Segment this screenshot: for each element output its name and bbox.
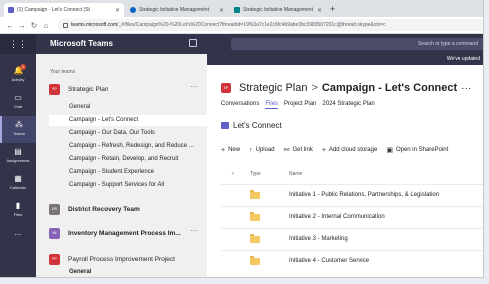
plus-icon: +	[321, 146, 326, 154]
assignments-icon: ▤	[14, 147, 22, 156]
close-tab-icon[interactable]: ✕	[317, 7, 322, 14]
table-row[interactable]: Initiative 4 - Customer Service	[221, 250, 483, 272]
rail-item-teams[interactable]: ⁂ Teams	[0, 116, 36, 143]
rail-item-activity[interactable]: 🔔 1 Activity	[0, 62, 36, 89]
tab-2024-strategic-plan[interactable]: 2024 Strategic Plan	[322, 101, 374, 109]
files-icon: ▮	[15, 201, 21, 210]
more-apps-icon: ...	[14, 228, 22, 237]
add-cloud-storage-button[interactable]: + Add cloud storage	[322, 147, 377, 154]
plus-icon: +	[221, 146, 226, 154]
teams-favicon-icon	[8, 7, 14, 13]
team-avatar: PP	[49, 253, 60, 265]
update-banner: We've updated	[207, 54, 483, 65]
team-avatar: SP	[49, 83, 60, 95]
app-rail: 🔔 1 Activity ▭ Chat ⁂ Teams ▤ Assignment…	[0, 54, 36, 277]
sharepoint-icon: ▣	[386, 147, 393, 154]
search-input[interactable]: Search or type a command	[231, 38, 483, 50]
select-all-check-icon[interactable]: ✓	[231, 171, 235, 177]
files-column-header: ✓ Type Name	[221, 171, 483, 183]
rail-item-calendar[interactable]: ▦ Calendar	[0, 170, 36, 197]
channel-student-experience[interactable]: Campaign - Student Experience	[49, 167, 207, 178]
rail-item-assignments[interactable]: ▤ Assignments	[0, 143, 36, 170]
close-tab-icon[interactable]: ✕	[219, 7, 224, 14]
channel-name: Campaign - Let's Connect	[321, 82, 458, 94]
chat-icon: ▭	[14, 93, 22, 102]
new-tab-button[interactable]: +	[330, 3, 335, 15]
column-type[interactable]: Type	[250, 171, 261, 177]
table-row[interactable]: Initiative 3 - Marketing	[221, 228, 483, 250]
upload-button[interactable]: ↑ Upload	[249, 147, 275, 154]
browser-window: (1) Campaign - Let's Connect (St ✕ Strat…	[0, 0, 484, 278]
team-avatar: DR	[49, 203, 60, 215]
notification-badge: 1	[20, 64, 26, 70]
team-strategic-plan[interactable]: SP Strategic Plan ···	[49, 82, 207, 96]
table-row[interactable]: Initiative 2 - Internal Communication	[221, 206, 483, 228]
browser-tab-strategic-1[interactable]: Strategic Initiative Managemént ✕	[126, 3, 228, 17]
get-link-button[interactable]: ⚯ Get link	[284, 146, 313, 154]
channel-lets-connect[interactable]: Campaign - Let's Connect	[49, 115, 207, 126]
address-bar: ← → ↻ ⌂ teams.microsoft.com /_#/files/Ca…	[0, 17, 483, 34]
tab-files[interactable]: Files	[265, 101, 279, 109]
rail-item-more[interactable]: ...	[0, 224, 36, 251]
channel-our-data[interactable]: Campaign - Our Data, Our Tools	[49, 128, 207, 139]
browser-tab-strip: (1) Campaign - Let's Connect (St ✕ Strat…	[0, 0, 483, 17]
breadcrumb-separator: >	[311, 82, 318, 94]
upload-icon: ↑	[249, 146, 253, 154]
team-avatar: IM	[49, 227, 60, 239]
channel-header: SP Strategic Plan > Campaign - Let's Con…	[221, 82, 471, 94]
rail-item-chat[interactable]: ▭ Chat	[0, 89, 36, 116]
channel-content: We've updated SP Strategic Plan > Campai…	[207, 54, 483, 277]
rail-item-files[interactable]: ▮ Files	[0, 197, 36, 224]
channel-general[interactable]: General	[49, 102, 207, 113]
teams-icon: ⁂	[15, 120, 23, 129]
channel-more-icon[interactable]: ···	[461, 83, 471, 94]
teams-header: ⋮⋮ Microsoft Teams Search or type a comm…	[0, 34, 483, 54]
team-name[interactable]: Strategic Plan	[239, 82, 307, 94]
back-icon[interactable]: ←	[4, 21, 16, 30]
team-avatar: SP	[221, 83, 231, 93]
your-teams-label: Your teams	[50, 69, 76, 75]
browser-tab-campaign[interactable]: (1) Campaign - Let's Connect (St ✕	[4, 3, 124, 17]
channel-tabs: Conversations Files Project Plan 2024 St…	[221, 101, 375, 109]
lock-icon	[63, 22, 68, 28]
channel-retain[interactable]: Campaign - Retain, Develop, and Recruit	[49, 154, 207, 165]
folder-icon	[250, 256, 260, 265]
home-icon[interactable]: ⌂	[40, 21, 52, 30]
browser-tab-strategic-2[interactable]: Strategic Initiative Management ✕	[230, 3, 326, 17]
team-district-recovery[interactable]: DR District Recovery Team	[49, 202, 207, 216]
reload-icon[interactable]: ↻	[28, 21, 40, 30]
folder-icon	[250, 212, 260, 221]
channel-payroll-general[interactable]: General	[49, 267, 207, 277]
channel-support-services[interactable]: Campaign - Support Services for All	[49, 180, 207, 191]
link-icon: ⚯	[283, 147, 290, 154]
tab-conversations[interactable]: Conversations	[221, 101, 259, 109]
files-title: Let's Connect	[221, 121, 282, 130]
files-command-bar: + New ↑ Upload ⚯ Get link + Add cloud storag…	[221, 146, 457, 155]
library-icon	[221, 122, 229, 129]
channel-refresh[interactable]: Campaign - Refresh, Redesign, and Reduce…	[49, 141, 207, 152]
team-payroll[interactable]: PP Payroll Process Improvement Project	[49, 252, 207, 266]
calendar-icon: ▦	[14, 174, 22, 183]
tab-project-plan[interactable]: Project Plan	[284, 101, 316, 109]
more-options-icon[interactable]: ···	[190, 82, 198, 92]
open-in-sharepoint-button[interactable]: ▣ Open in SharePoint	[386, 146, 448, 154]
teams-list-panel: Your teams SP Strategic Plan ··· General…	[36, 54, 207, 277]
app-launcher-icon[interactable]: ⋮⋮	[0, 34, 36, 54]
table-row[interactable]: Initiative 1 - Public Relations, Partner…	[221, 184, 483, 206]
column-name[interactable]: Name	[289, 171, 302, 177]
new-chat-icon[interactable]	[189, 39, 197, 47]
url-field[interactable]: teams.microsoft.com /_#/files/Campaign%2…	[58, 19, 483, 31]
sharepoint-favicon-icon	[130, 7, 136, 13]
app-title: Microsoft Teams	[50, 39, 113, 48]
team-inventory[interactable]: IM Inventory Management Process Im... ··…	[49, 226, 207, 240]
sharepoint-favicon-icon	[234, 7, 240, 13]
new-button[interactable]: + New	[221, 147, 240, 154]
forward-icon[interactable]: →	[16, 21, 28, 30]
folder-icon	[250, 234, 260, 243]
folder-icon	[250, 190, 260, 199]
close-tab-icon[interactable]: ✕	[115, 7, 120, 14]
more-options-icon[interactable]: ···	[190, 226, 198, 236]
